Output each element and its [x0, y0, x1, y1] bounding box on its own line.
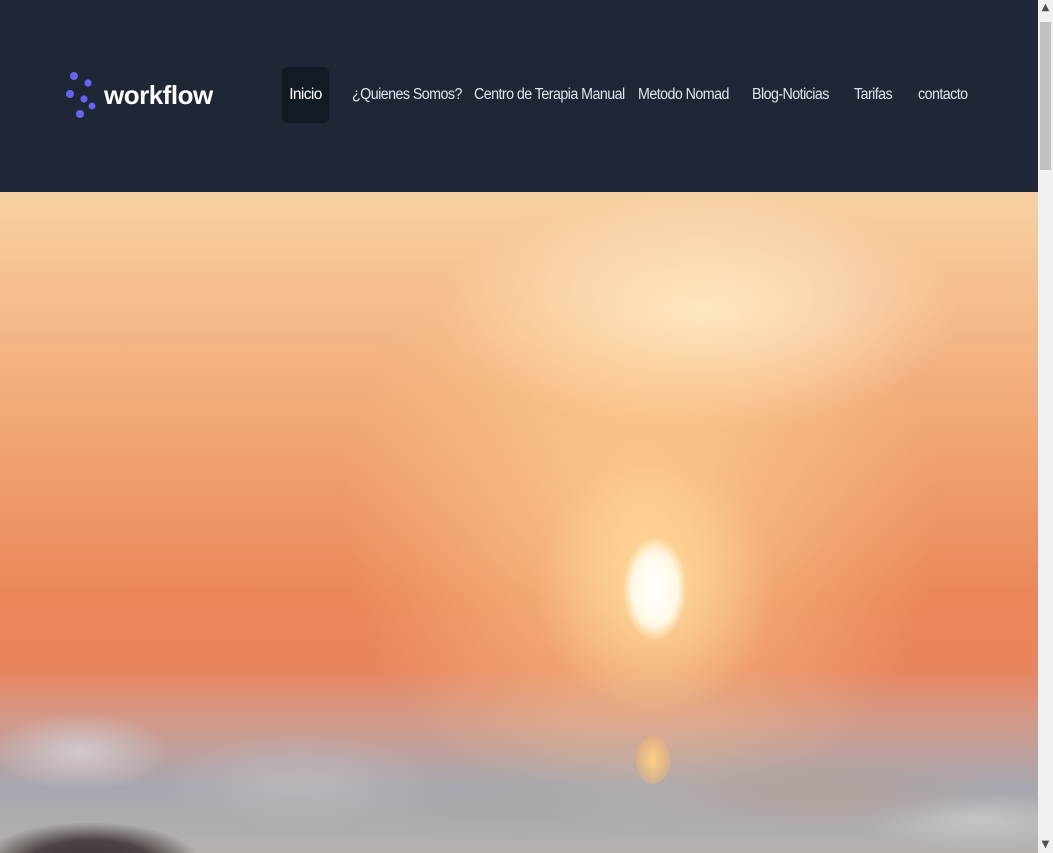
sun-reflection [636, 736, 670, 784]
nav-item-quienes-somos[interactable]: ¿Quienes Somos? [352, 67, 462, 123]
vertical-scrollbar[interactable]: ▲ ▼ [1038, 0, 1053, 853]
nav-item-inicio[interactable]: Inicio [282, 67, 329, 123]
nav-item-contacto[interactable]: contacto [918, 67, 968, 123]
chevron-up-icon[interactable]: ▲ [1038, 0, 1053, 16]
page: workflow Inicio ¿Quienes Somos? Centro d… [0, 0, 1038, 853]
chevron-down-icon[interactable]: ▼ [1038, 837, 1053, 853]
brand-name: workflow [104, 79, 213, 110]
scrollbar-thumb[interactable] [1040, 22, 1051, 170]
nav-item-blog-noticias[interactable]: Blog-Noticias [752, 67, 829, 123]
brand-logo[interactable]: workflow [66, 70, 213, 120]
nav-item-centro-terapia-manual[interactable]: Centro de Terapia Manual [474, 67, 625, 123]
hero-image [0, 192, 1038, 853]
nav-item-tarifas[interactable]: Tarifas [854, 67, 893, 123]
foreground-rock [0, 812, 200, 853]
navbar: workflow Inicio ¿Quienes Somos? Centro d… [0, 0, 1038, 192]
dots-logo-icon [66, 72, 96, 118]
nav-item-metodo-nomad[interactable]: Metodo Nomad [638, 67, 729, 123]
